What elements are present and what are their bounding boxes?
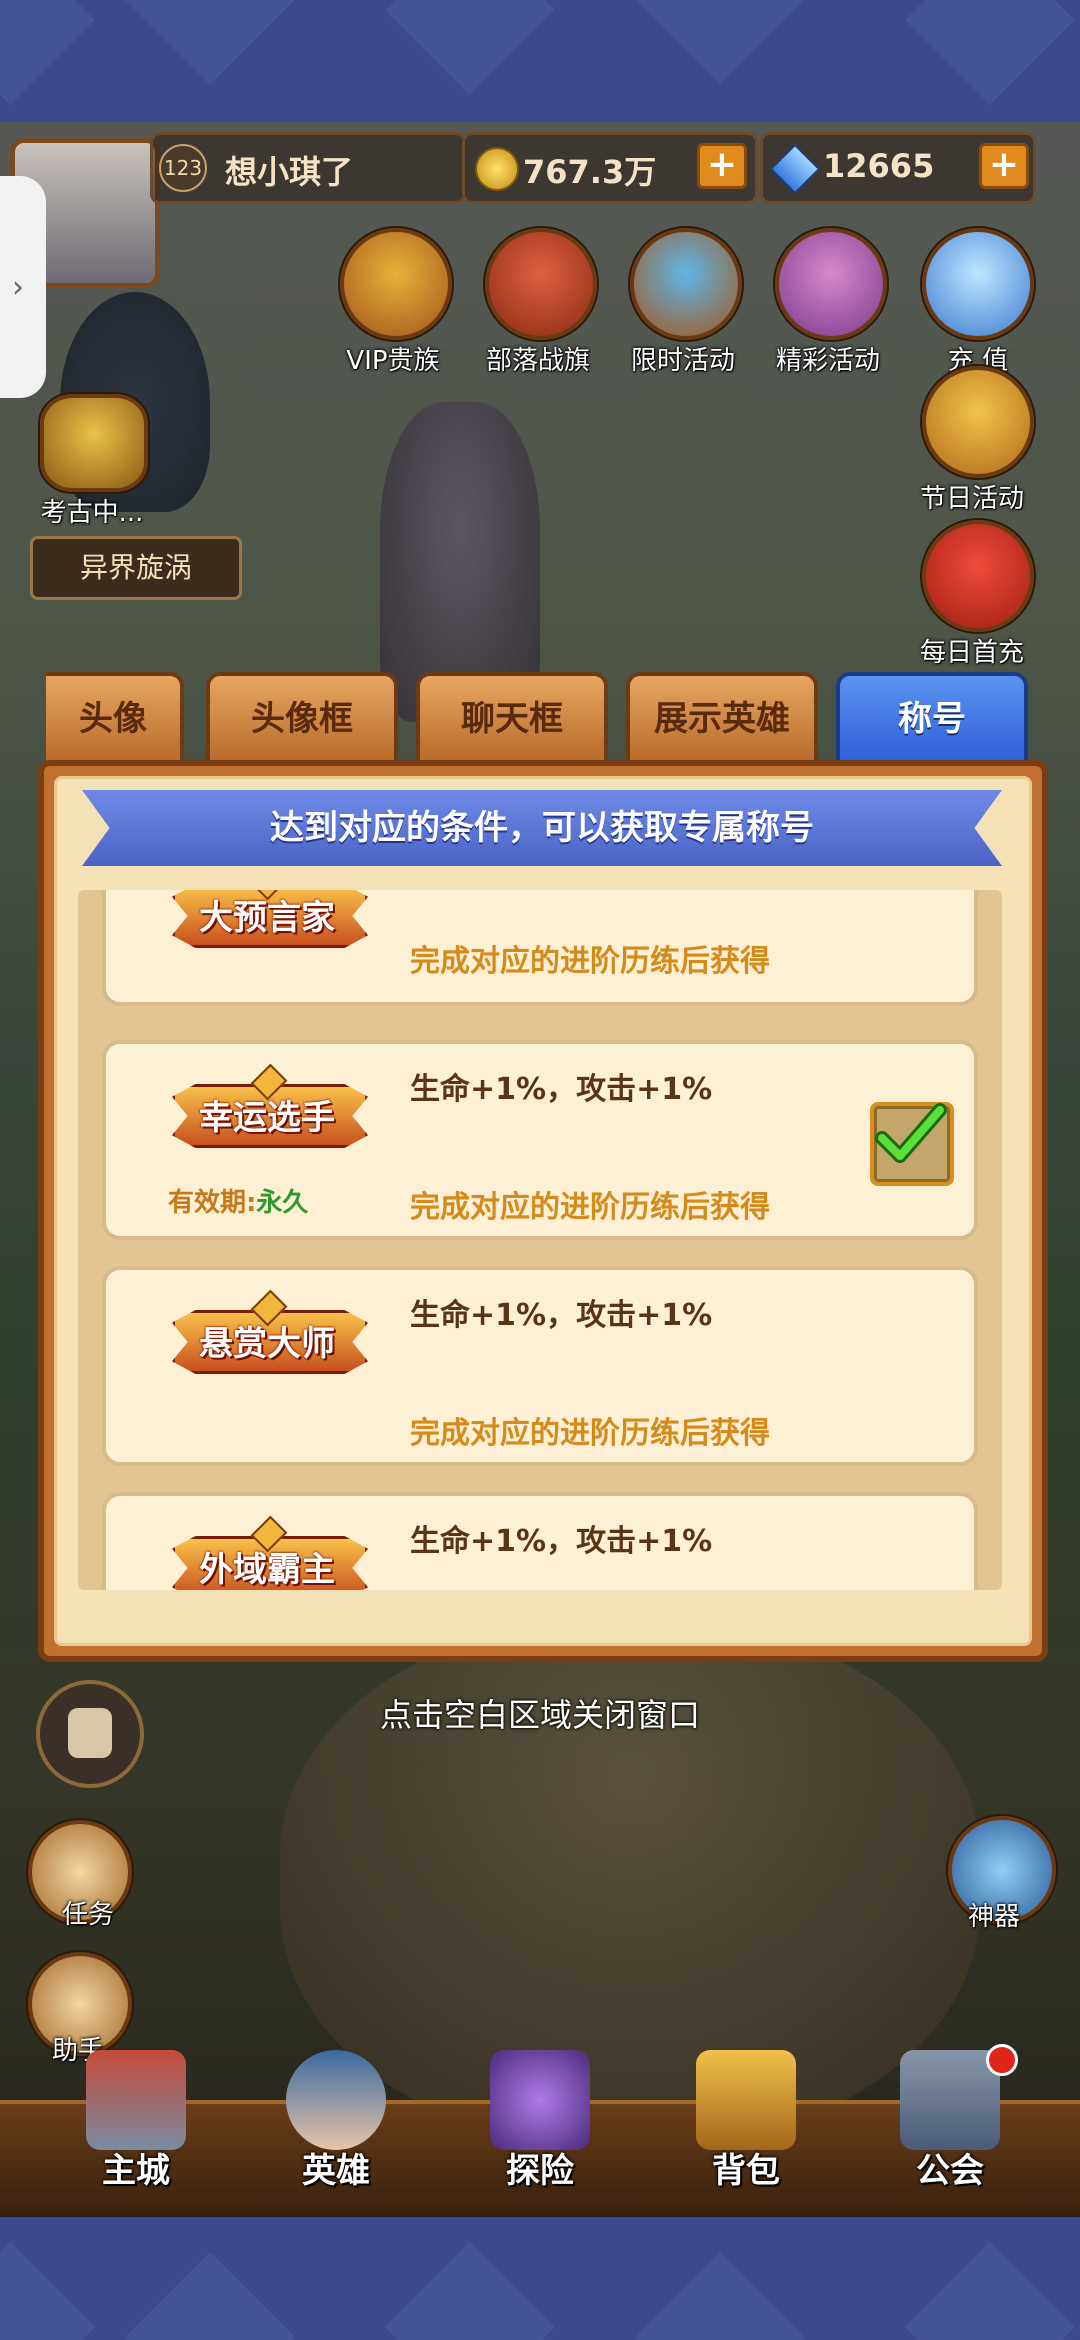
title-attributes: 生命+1%，攻击+1%: [410, 1524, 713, 1559]
nav-backpack[interactable]: 背包: [676, 2040, 816, 2200]
treasure-chest-icon: [40, 394, 148, 492]
title-list[interactable]: 大预言家 完成对应的进阶历练后获得 幸运选手 有效期:永久 生命+1%，攻击+1…: [78, 890, 1002, 1590]
close-hint: 点击空白区域关闭窗口: [379, 1696, 700, 1734]
nav-main-city[interactable]: 主城: [66, 2040, 206, 2200]
title-card[interactable]: 外域霸主 生命+1%，攻击+1%: [102, 1492, 978, 1590]
tab-showcase-hero[interactable]: 展示英雄: [626, 672, 818, 766]
title-badge: 外域霸主: [172, 1515, 368, 1590]
festival-label: 节日活动: [919, 484, 1024, 514]
gold-coin-icon: [475, 147, 519, 191]
title-attributes: 生命+1%，攻击+1%: [410, 1072, 713, 1107]
archaeology-label: 考古中...: [40, 498, 144, 528]
side-drawer-handle[interactable]: ›: [0, 176, 46, 398]
nav-backpack-label: 背包: [712, 2151, 780, 2191]
validity-value: 永久: [256, 1188, 309, 1218]
diamond-icon: [922, 228, 1034, 340]
rift-button[interactable]: 异界旋涡: [30, 536, 242, 600]
limited-event-label: 限时活动: [630, 346, 735, 376]
gift-chest-icon: [922, 366, 1034, 478]
title-condition: 完成对应的进阶历练后获得: [410, 1190, 770, 1225]
featured-event-label: 精彩活动: [775, 346, 880, 376]
add-gold-button[interactable]: +: [697, 143, 747, 189]
panel-ribbon-text: 达到对应的条件，可以获取专属称号: [270, 808, 814, 848]
first-charge-button[interactable]: 每日首充: [920, 520, 1034, 669]
title-badge: 大预言家: [172, 890, 368, 948]
vip-button[interactable]: VIP贵族: [340, 228, 452, 377]
gold-amount: 767.3万: [523, 153, 657, 191]
gift-box-icon: [922, 520, 1034, 632]
title-condition: 完成对应的进阶历练后获得: [410, 1416, 770, 1451]
title-card[interactable]: 大预言家 完成对应的进阶历练后获得: [102, 890, 978, 1006]
backpack-icon: [696, 2050, 796, 2150]
scroll-icon: [775, 228, 887, 340]
tab-avatar[interactable]: 头像: [46, 672, 184, 766]
portal-icon: [490, 2050, 590, 2150]
title-badge-text: 大预言家: [199, 898, 335, 938]
top-banner: [0, 0, 1080, 122]
title-badge-text: 外域霸主: [199, 1550, 335, 1590]
artifact-button[interactable]: 神器: [948, 1816, 1058, 1932]
nav-explore[interactable]: 探险: [470, 2040, 610, 2200]
tab-title[interactable]: 称号: [836, 672, 1028, 766]
level-badge: 123: [159, 144, 207, 192]
title-badge: 悬赏大师: [172, 1289, 368, 1374]
equip-checkbox[interactable]: [870, 1102, 954, 1186]
guild-tower-icon: [900, 2050, 1000, 2150]
crown-icon: [340, 228, 452, 340]
tab-avatar-frame[interactable]: 头像框: [206, 672, 398, 766]
war-flag-icon: [485, 228, 597, 340]
first-charge-label: 每日首充: [919, 638, 1024, 668]
add-gem-button[interactable]: +: [979, 143, 1029, 189]
notification-dot: [986, 2044, 1018, 2076]
title-card[interactable]: 悬赏大师 生命+1%，攻击+1% 完成对应的进阶历练后获得: [102, 1266, 978, 1466]
title-badge-text: 悬赏大师: [199, 1324, 335, 1364]
castle-icon: [86, 2050, 186, 2150]
nav-explore-label: 探险: [506, 2151, 574, 2191]
bottom-banner: [0, 2217, 1080, 2340]
nav-guild-label: 公会: [916, 2151, 984, 2191]
vip-label: VIP贵族: [346, 346, 440, 376]
validity-label: 有效期:: [168, 1188, 257, 1218]
festival-button[interactable]: 节日活动: [920, 366, 1034, 515]
title-card[interactable]: 幸运选手 有效期:永久 生命+1%，攻击+1% 完成对应的进阶历练后获得: [102, 1040, 978, 1240]
gem-amount: 12665: [823, 147, 935, 185]
compass-icon: [630, 228, 742, 340]
artifact-label: 神器: [968, 1902, 1021, 1932]
gold-bar: 767.3万 +: [462, 132, 758, 204]
chevron-right-icon: ›: [12, 270, 24, 305]
checkmark-icon: [875, 1103, 947, 1163]
player-info-bar: 123 想小琪了: [150, 132, 466, 204]
title-badge-text: 幸运选手: [199, 1098, 335, 1138]
title-attributes: 生命+1%，攻击+1%: [410, 1298, 713, 1333]
limited-event-button[interactable]: 限时活动: [630, 228, 742, 377]
task-button[interactable]: 任务: [28, 1820, 138, 1930]
task-label: 任务: [62, 1900, 115, 1930]
gem-icon: [770, 144, 820, 194]
war-flag-button[interactable]: 部落战旗: [485, 228, 597, 377]
hero-portrait-icon: [286, 2050, 386, 2150]
nav-guild[interactable]: 公会: [880, 2040, 1020, 2200]
featured-event-button[interactable]: 精彩活动: [775, 228, 887, 377]
tab-chat-frame[interactable]: 聊天框: [416, 672, 608, 766]
war-flag-label: 部落战旗: [485, 346, 590, 376]
nav-main-city-label: 主城: [102, 2151, 170, 2191]
portrait-icon: [68, 1708, 112, 1758]
title-badge: 幸运选手: [172, 1063, 368, 1148]
recharge-button[interactable]: 充 值: [922, 228, 1034, 377]
gem-bar: 12665 +: [760, 132, 1036, 204]
archaeology-button[interactable]: 考古中...: [40, 394, 148, 529]
title-condition: 完成对应的进阶历练后获得: [410, 944, 770, 979]
nav-heroes[interactable]: 英雄: [266, 2040, 406, 2200]
nav-heroes-label: 英雄: [302, 2151, 370, 2191]
validity: 有效期:永久: [168, 1182, 308, 1219]
player-name: 想小琪了: [225, 153, 354, 191]
social-button[interactable]: [36, 1680, 144, 1788]
